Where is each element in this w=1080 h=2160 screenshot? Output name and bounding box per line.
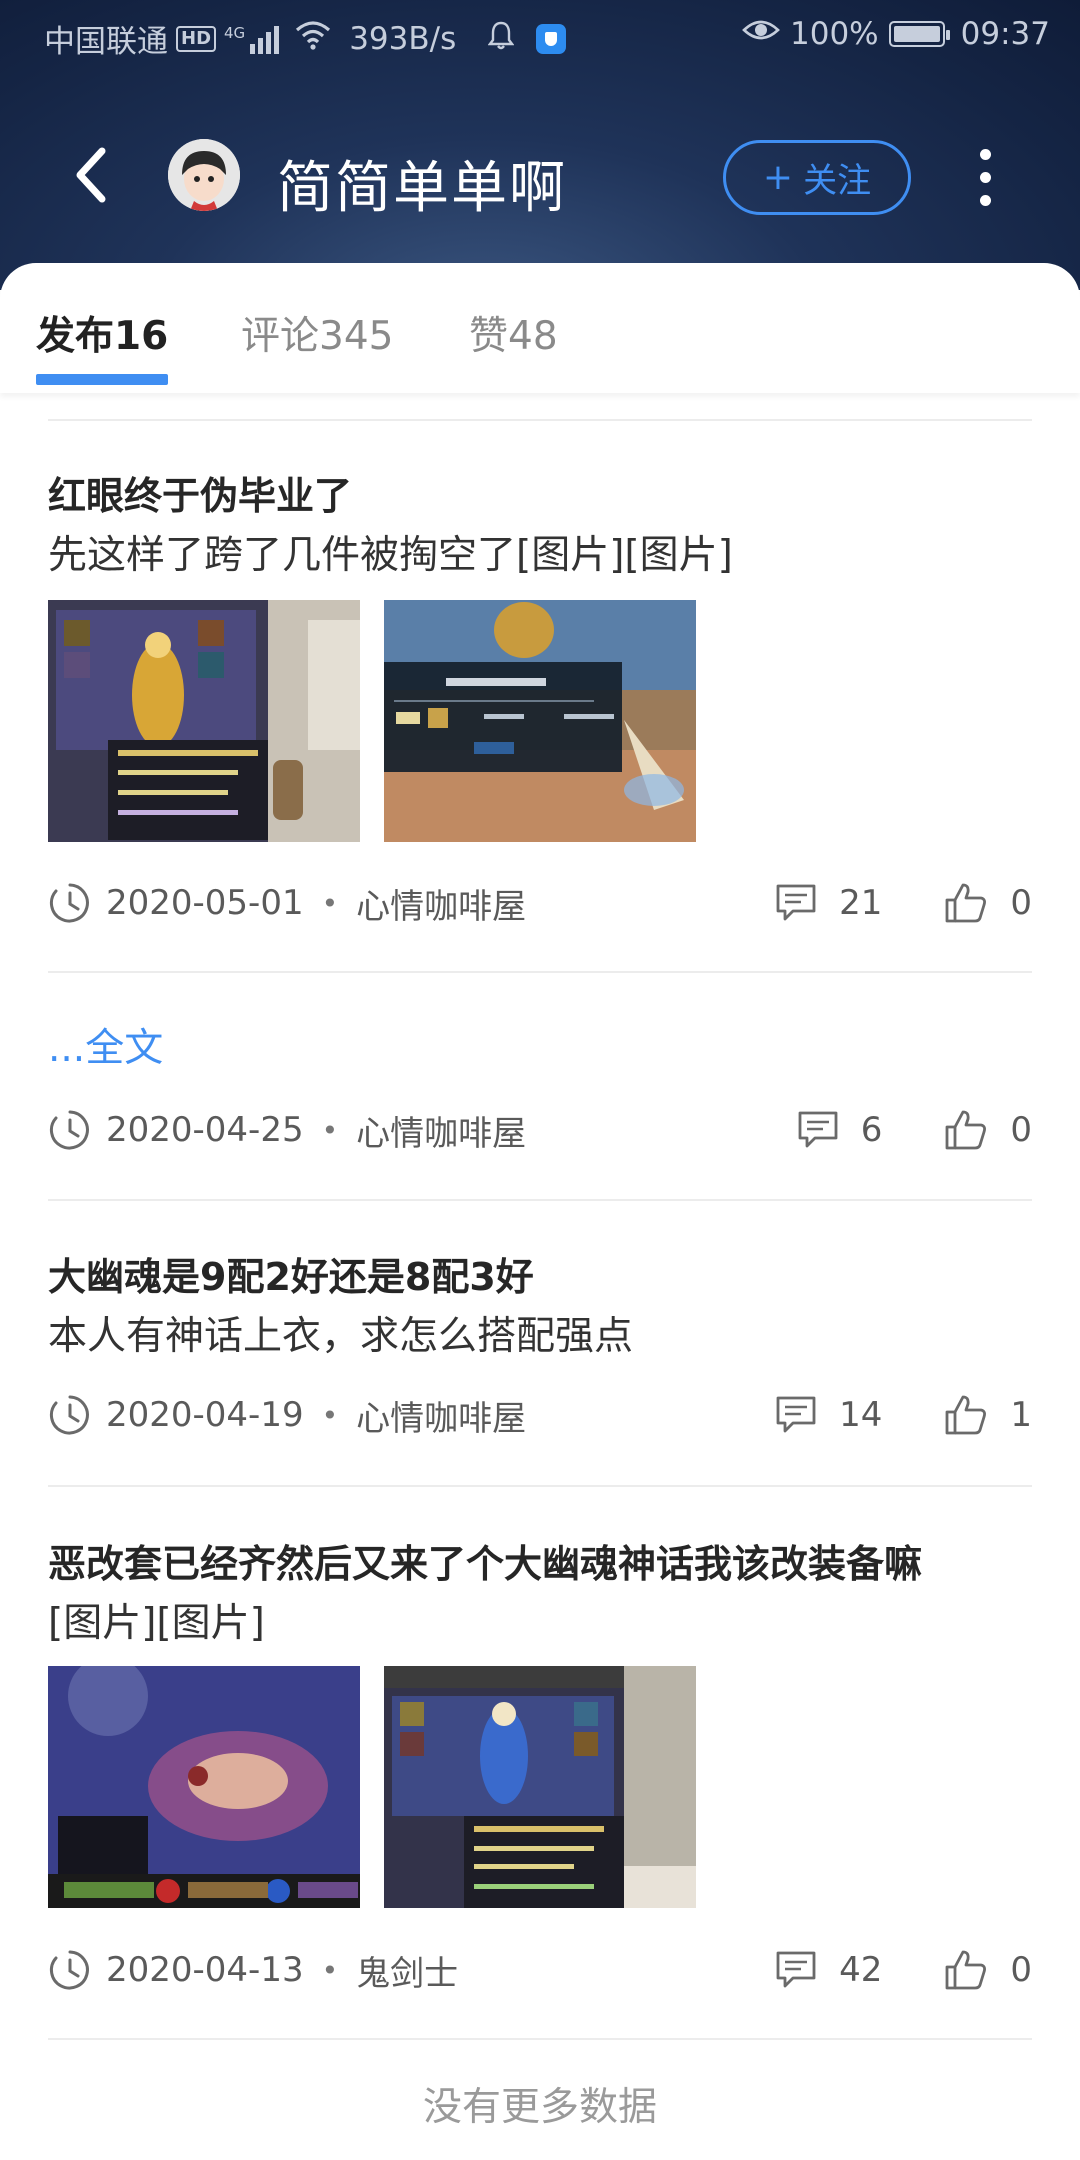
separator-dot: • — [321, 1953, 339, 1987]
post-body[interactable]: 本人有神话上衣，求怎么搭配强点 — [48, 1305, 633, 1361]
like-button[interactable]: 1 — [944, 1394, 1032, 1436]
post-title[interactable]: 恶改套已经齐然后又来了个大幽魂神话我该改装备嘛 — [48, 1533, 922, 1588]
hd-badge: HD — [176, 25, 217, 52]
post-category[interactable]: 鬼剑士 — [356, 1946, 458, 1995]
post-meta: 2020-05-01 • 心情咖啡屋 21 0 — [48, 873, 1032, 933]
more-dot-icon — [979, 195, 991, 206]
carrier-label: 中国联通 — [44, 24, 168, 60]
post-date: 2020-04-13 — [106, 1950, 304, 1990]
comment-icon — [776, 884, 816, 921]
clock: 09:37 — [960, 16, 1050, 52]
notification-bell-icon — [487, 20, 515, 58]
avatar[interactable] — [168, 139, 240, 211]
clock-icon — [49, 1395, 89, 1435]
comment-count-button[interactable]: 42 — [775, 1950, 882, 1990]
post-meta: 2020-04-19 • 心情咖啡屋 14 1 — [48, 1385, 1032, 1445]
tab-posts[interactable]: 发布16 — [36, 305, 168, 361]
chevron-left-icon — [76, 147, 106, 203]
separator-dot: • — [321, 1398, 339, 1432]
comment-count-button[interactable]: 14 — [775, 1395, 882, 1435]
clock-icon — [49, 883, 89, 923]
follow-button[interactable]: + 关注 — [723, 140, 911, 215]
post-date: 2020-04-25 — [106, 1110, 304, 1150]
like-button[interactable]: 0 — [944, 1109, 1032, 1151]
thumbs-up-icon — [945, 1950, 987, 1990]
post-image[interactable] — [48, 1666, 360, 1908]
post-meta: 2020-04-25 • 心情咖啡屋 6 0 — [48, 1100, 1032, 1160]
comment-icon — [798, 1111, 838, 1148]
thumbs-up-icon — [945, 1110, 987, 1150]
follow-label: 关注 — [803, 161, 872, 201]
post-title[interactable]: 大幽魂是9配2好还是8配3好 — [48, 1246, 534, 1301]
thumbs-up-icon — [945, 1395, 987, 1435]
comment-count-button[interactable]: 21 — [775, 883, 882, 923]
tab-likes[interactable]: 赞48 — [469, 305, 558, 361]
tab-comments[interactable]: 评论345 — [241, 305, 393, 361]
divider — [48, 1199, 1032, 1201]
comment-count: 6 — [860, 1110, 883, 1150]
like-count: 1 — [1010, 1395, 1032, 1435]
active-tab-indicator — [36, 374, 168, 385]
post-date: 2020-05-01 — [106, 883, 304, 923]
comment-count: 21 — [839, 883, 883, 923]
divider — [48, 971, 1032, 973]
like-count: 0 — [1010, 883, 1032, 923]
profile-header: 中国联通 HD 4G 393B/s 100% 09:37 简简单单啊 + 关注 — [0, 0, 1080, 290]
post-meta: 2020-04-13 • 鬼剑士 42 0 — [48, 1940, 1032, 2000]
separator-dot: • — [321, 1113, 339, 1147]
comment-count-button[interactable]: 6 — [797, 1110, 883, 1150]
post-date: 2020-04-19 — [106, 1395, 304, 1435]
signal-icon: 4G — [224, 23, 280, 54]
battery-icon — [888, 21, 950, 47]
status-bar: 中国联通 HD 4G 393B/s 100% 09:37 — [0, 0, 1080, 74]
post-title[interactable]: 红眼终于伪毕业了 — [48, 465, 352, 520]
post-body[interactable]: 先这样了跨了几件被掏空了[图片][图片] — [48, 524, 733, 580]
comment-count: 14 — [839, 1395, 883, 1435]
profile-tabs: 发布16 评论345 赞48 — [0, 263, 1080, 393]
more-options-button[interactable] — [970, 140, 1000, 215]
wifi-icon — [295, 20, 331, 58]
eye-comfort-icon — [742, 16, 780, 52]
post-category[interactable]: 心情咖啡屋 — [356, 1106, 526, 1155]
divider — [48, 2038, 1032, 2040]
comment-icon — [776, 1396, 816, 1433]
battery-percent: 100% — [790, 16, 879, 52]
divider — [48, 419, 1032, 421]
like-count: 0 — [1010, 1110, 1032, 1150]
read-full-link[interactable]: ...全文 — [48, 1017, 163, 1073]
post-image[interactable] — [384, 1666, 696, 1908]
like-button[interactable]: 0 — [944, 882, 1032, 924]
divider — [48, 1485, 1032, 1487]
more-dot-icon — [979, 172, 991, 183]
back-button[interactable] — [60, 140, 120, 210]
thumbs-up-icon — [945, 883, 987, 923]
security-shield-icon — [536, 23, 567, 54]
profile-username: 简简单单啊 — [277, 156, 567, 221]
more-dot-icon — [979, 149, 991, 160]
clock-icon — [49, 1110, 89, 1150]
network-speed: 393B/s — [349, 20, 457, 57]
post-category[interactable]: 心情咖啡屋 — [356, 1391, 526, 1440]
like-count: 0 — [1010, 1950, 1032, 1990]
plus-icon: + — [762, 156, 794, 198]
like-button[interactable]: 0 — [944, 1949, 1032, 1991]
post-category[interactable]: 心情咖啡屋 — [356, 879, 526, 928]
comment-icon — [776, 1951, 816, 1988]
clock-icon — [49, 1950, 89, 1990]
post-image[interactable] — [48, 600, 360, 842]
network-type-label: 4G — [224, 23, 246, 42]
no-more-data-label: 没有更多数据 — [422, 2085, 657, 2130]
comment-count: 42 — [839, 1950, 883, 1990]
separator-dot: • — [321, 886, 339, 920]
post-body[interactable]: [图片][图片] — [48, 1592, 265, 1648]
post-image[interactable] — [384, 600, 696, 842]
